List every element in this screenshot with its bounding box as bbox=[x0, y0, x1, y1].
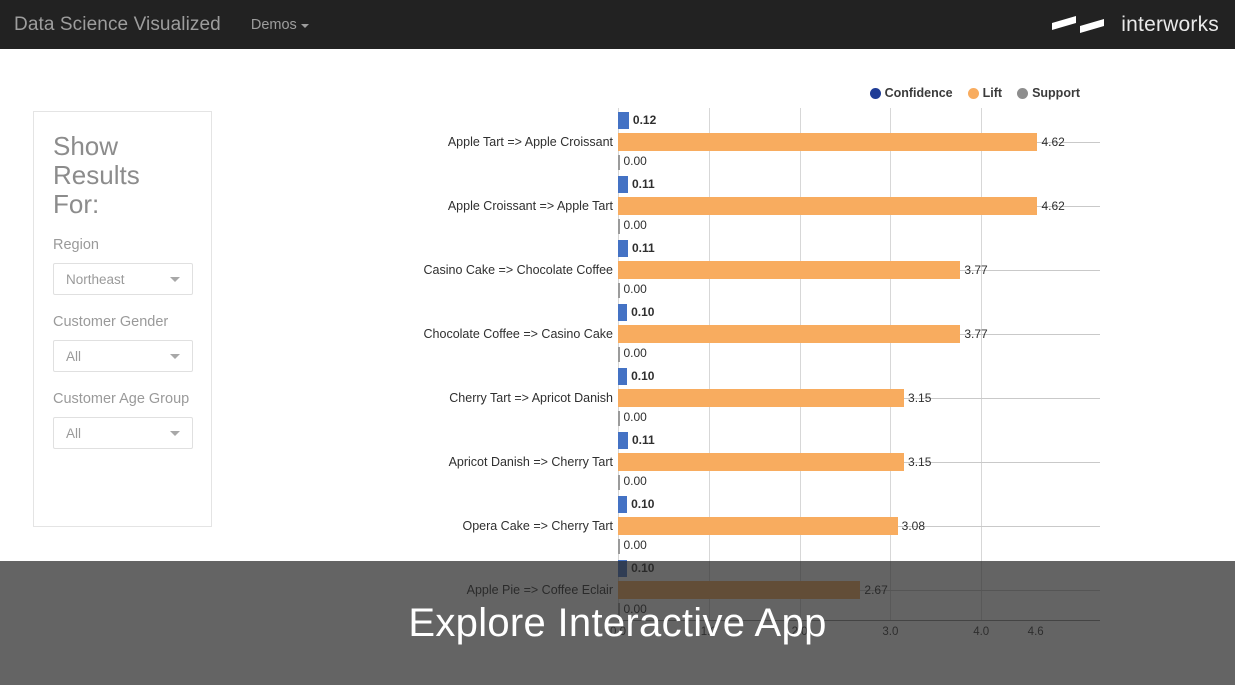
bar-value-label: 0.11 bbox=[631, 433, 655, 447]
chart-plot-area: Apple Tart => Apple Croissant 0.12 4.62 0.0… bbox=[424, 108, 1100, 620]
bar-value-label: 0.10 bbox=[631, 305, 655, 319]
bar-confidence[interactable]: 0.12 bbox=[618, 112, 656, 129]
app-root: Data Science Visualized Demos interworks… bbox=[0, 0, 1235, 685]
chart-row-label: Opera Cake => Cherry Tart bbox=[462, 519, 613, 533]
bar-value-label: 0.00 bbox=[623, 538, 647, 552]
chart-row-label: Cherry Tart => Apricot Danish bbox=[449, 391, 613, 405]
chart-legend: Confidence Lift Support bbox=[869, 86, 1080, 100]
bar-confidence[interactable]: 0.10 bbox=[618, 496, 654, 513]
bar-confidence[interactable]: 0.10 bbox=[618, 304, 654, 321]
bar-confidence[interactable]: 0.10 bbox=[618, 368, 654, 385]
bar-value-label: 0.00 bbox=[623, 410, 647, 424]
chart-row[interactable]: Cherry Tart => Apricot Danish 0.10 3.15 0.0… bbox=[449, 364, 1100, 428]
bar-value-label: 0.00 bbox=[623, 282, 647, 296]
bar-lift[interactable]: 3.77 bbox=[618, 325, 988, 343]
bar-value-label: 0.00 bbox=[623, 154, 647, 168]
bar-value-label: 4.62 bbox=[1041, 135, 1065, 149]
legend-item-confidence[interactable]: Confidence bbox=[869, 86, 953, 100]
chart-row[interactable]: Apricot Danish => Cherry Tart 0.11 3.15 0.0… bbox=[449, 428, 1100, 492]
bar-confidence[interactable]: 0.11 bbox=[618, 432, 655, 449]
chart-row-label: Apple Tart => Apple Croissant bbox=[447, 135, 613, 149]
bar-support[interactable]: 0.00 bbox=[618, 410, 647, 426]
interworks-logo-text: interworks bbox=[1121, 12, 1219, 36]
bar-lift[interactable]: 3.08 bbox=[618, 517, 925, 535]
nav-item-demos-label: Demos bbox=[250, 16, 297, 33]
bar-value-label: 0.10 bbox=[631, 369, 655, 383]
bar-value-label: 0.11 bbox=[631, 177, 655, 191]
bar-value-label: 4.62 bbox=[1041, 199, 1065, 213]
legend-label: Confidence bbox=[884, 86, 953, 100]
bar-lift[interactable]: 4.62 bbox=[618, 133, 1065, 151]
bar-lift[interactable]: 3.15 bbox=[618, 453, 931, 471]
bar-lift[interactable]: 4.62 bbox=[618, 197, 1065, 215]
bar-value-label: 3.15 bbox=[908, 455, 932, 469]
bar-value-label: 0.00 bbox=[623, 474, 647, 488]
bar-confidence[interactable]: 0.11 bbox=[618, 176, 655, 193]
bar-value-label: 0.00 bbox=[623, 218, 647, 232]
explore-interactive-app-overlay[interactable]: Explore Interactive App bbox=[0, 561, 1235, 685]
bar-support[interactable]: 0.00 bbox=[618, 474, 647, 490]
legend-item-support[interactable]: Support bbox=[1017, 86, 1080, 100]
bar-value-label: 3.77 bbox=[964, 263, 988, 277]
chevron-down-icon bbox=[300, 23, 309, 28]
bar-confidence[interactable]: 0.11 bbox=[618, 240, 655, 257]
legend-swatch-icon bbox=[967, 87, 979, 99]
chart-row[interactable]: Chocolate Coffee => Casino Cake 0.10 3.77 0… bbox=[424, 300, 1100, 364]
legend-item-lift[interactable]: Lift bbox=[967, 86, 1003, 100]
chart-row[interactable]: Apple Tart => Apple Croissant 0.12 4.62 0.0… bbox=[448, 108, 1100, 172]
top-navbar: Data Science Visualized Demos interworks bbox=[0, 0, 1235, 49]
interworks-parallelogram-mark bbox=[1052, 15, 1105, 33]
bar-support[interactable]: 0.00 bbox=[618, 218, 647, 234]
explore-interactive-app-label: Explore Interactive App bbox=[408, 600, 827, 645]
bar-lift[interactable]: 3.15 bbox=[618, 389, 931, 407]
bar-value-label: 3.77 bbox=[964, 327, 988, 341]
bar-value-label: 0.11 bbox=[631, 241, 655, 255]
chart-row-label: Apricot Danish => Cherry Tart bbox=[448, 455, 613, 469]
legend-swatch-icon bbox=[1017, 87, 1029, 99]
chart-row-label: Casino Cake => Chocolate Coffee bbox=[423, 263, 613, 277]
brand-title: Data Science Visualized bbox=[14, 13, 221, 35]
chart-row[interactable]: Opera Cake => Cherry Tart 0.10 3.08 0.00 bbox=[462, 492, 1100, 556]
nav-item-demos[interactable]: Demos bbox=[245, 13, 315, 37]
bar-support[interactable]: 0.00 bbox=[618, 538, 647, 554]
chart-row-label: Chocolate Coffee => Casino Cake bbox=[423, 327, 613, 341]
bar-value-label: 0.12 bbox=[632, 113, 657, 127]
chart-row-label: Apple Croissant => Apple Tart bbox=[447, 199, 613, 213]
bar-support[interactable]: 0.00 bbox=[618, 154, 647, 170]
legend-label: Support bbox=[1032, 86, 1080, 100]
bar-value-label: 3.15 bbox=[908, 391, 932, 405]
bar-lift[interactable]: 3.77 bbox=[618, 261, 988, 279]
chart-row[interactable]: Apple Croissant => Apple Tart 0.11 4.62 0.0… bbox=[448, 172, 1100, 236]
chart-row[interactable]: Casino Cake => Chocolate Coffee 0.11 3.77 0… bbox=[424, 236, 1100, 300]
legend-label: Lift bbox=[982, 86, 1003, 100]
bar-value-label: 0.10 bbox=[631, 497, 655, 511]
bar-value-label: 3.08 bbox=[901, 519, 926, 533]
bar-support[interactable]: 0.00 bbox=[618, 282, 647, 298]
legend-swatch-icon bbox=[869, 87, 881, 99]
bar-support[interactable]: 0.00 bbox=[618, 346, 647, 362]
interworks-logo[interactable]: interworks bbox=[1050, 0, 1219, 49]
nav-links: Demos bbox=[245, 13, 315, 37]
bar-value-label: 0.00 bbox=[623, 346, 647, 360]
